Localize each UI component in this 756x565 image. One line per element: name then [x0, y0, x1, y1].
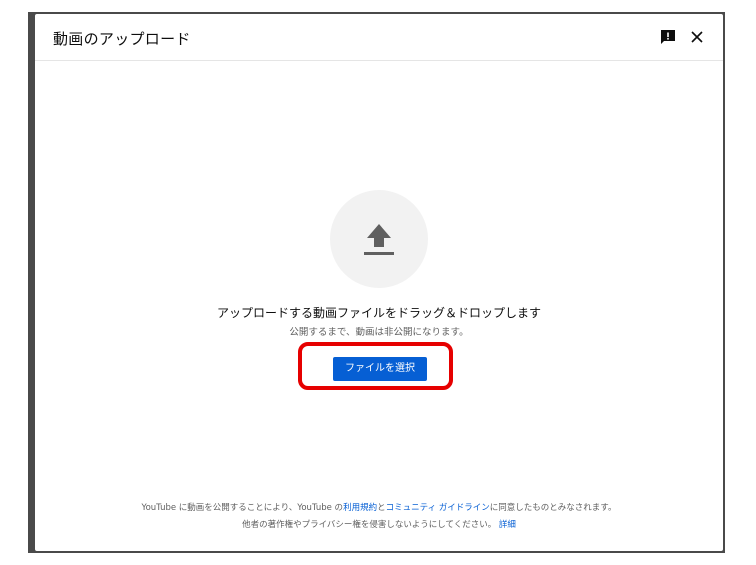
feedback-button[interactable]	[658, 27, 678, 47]
drag-drop-instruction: アップロードする動画ファイルをドラッグ＆ドロップします	[216, 306, 541, 320]
screenshot-canvas: 動画のアップロード アップロードする動画ファイルをドラッグ＆ドロップします 公開…	[0, 0, 756, 565]
feedback-icon	[661, 30, 675, 44]
privacy-note: 公開するまで、動画は非公開になります。	[289, 327, 469, 338]
dialog-header: 動画のアップロード	[35, 14, 723, 61]
upload-drop-zone[interactable]	[330, 190, 428, 288]
close-button[interactable]	[686, 26, 708, 48]
terms-suffix: に同意したものとみなされます。	[489, 503, 617, 513]
upload-icon	[364, 224, 394, 255]
copyright-text: 他者の著作権やプライバシー権を侵害しないようにしてください。	[242, 520, 497, 530]
details-link[interactable]: 詳細	[499, 520, 516, 530]
dialog-title: 動画のアップロード	[53, 30, 191, 48]
community-guidelines-link[interactable]: コミュニティ ガイドライン	[386, 503, 490, 513]
terms-notice: YouTube に動画を公開することにより、YouTube の利用規約とコミュニ…	[35, 501, 723, 513]
copyright-notice: 他者の著作権やプライバシー権を侵害しないようにしてください。 詳細	[35, 518, 723, 530]
upload-dialog: 動画のアップロード アップロードする動画ファイルをドラッグ＆ドロップします 公開…	[35, 14, 723, 551]
terms-mid: と	[377, 503, 386, 513]
terms-prefix: YouTube に動画を公開することにより、YouTube の	[141, 503, 344, 513]
terms-of-service-link[interactable]: 利用規約	[343, 503, 377, 513]
select-files-button[interactable]: ファイルを選択	[333, 357, 427, 381]
close-icon	[691, 31, 703, 43]
